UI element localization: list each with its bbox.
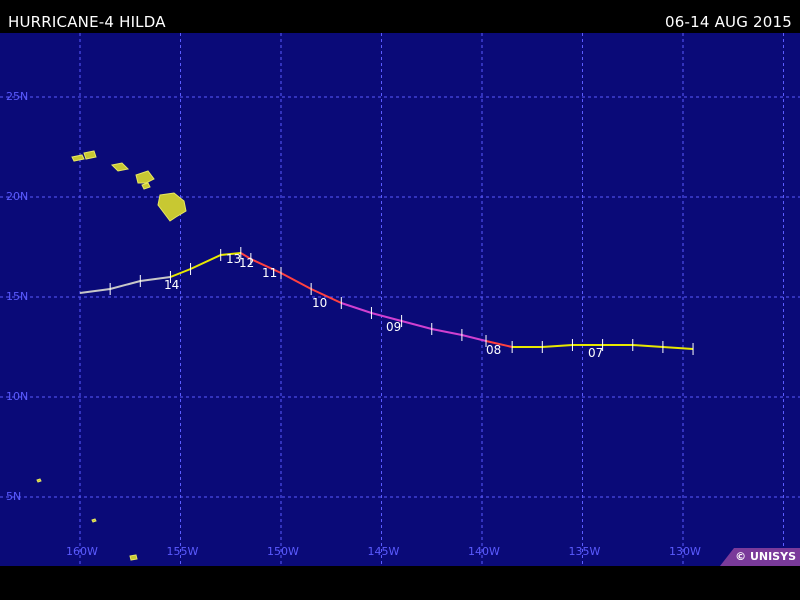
day-label-09: 09 — [386, 320, 401, 334]
island-speck-3 — [129, 554, 138, 561]
credit-label: © UNISYS — [735, 550, 796, 563]
header-bar: HURRICANE-4 HILDA 06-14 AUG 2015 — [0, 0, 800, 33]
day-label-07: 07 — [588, 346, 603, 360]
lon-label: 155W — [167, 545, 199, 558]
lon-label: 160W — [66, 545, 98, 558]
lon-label: 140W — [468, 545, 500, 558]
lon-label: 135W — [569, 545, 601, 558]
lat-label: 20N — [6, 190, 28, 203]
day-label-12: 12 — [239, 256, 254, 270]
day-label-13: 13 — [226, 252, 241, 266]
day-label-10: 10 — [312, 296, 327, 310]
lon-label: 145W — [368, 545, 400, 558]
day-label-08: 08 — [486, 343, 501, 357]
lat-label: 5N — [6, 490, 21, 503]
day-label-11: 11 — [262, 266, 277, 280]
day-label-14: 14 — [164, 278, 179, 292]
track-map: 25N 20N 15N 10N 5N 160W 155W 150W 145W 140W 135W 1… — [0, 33, 800, 566]
lat-label: 25N — [6, 90, 28, 103]
date-range: 06-14 AUG 2015 — [665, 13, 792, 31]
storm-title: HURRICANE-4 HILDA — [8, 13, 166, 31]
lat-label: 10N — [6, 390, 28, 403]
lat-label: 15N — [6, 290, 28, 303]
island-speck-1 — [36, 478, 42, 483]
island-speck-2 — [91, 518, 97, 523]
lon-label: 150W — [267, 545, 299, 558]
lon-label: 130W — [669, 545, 701, 558]
island-oahu — [83, 150, 97, 160]
ocean — [0, 33, 800, 566]
footer-bar — [0, 566, 800, 600]
